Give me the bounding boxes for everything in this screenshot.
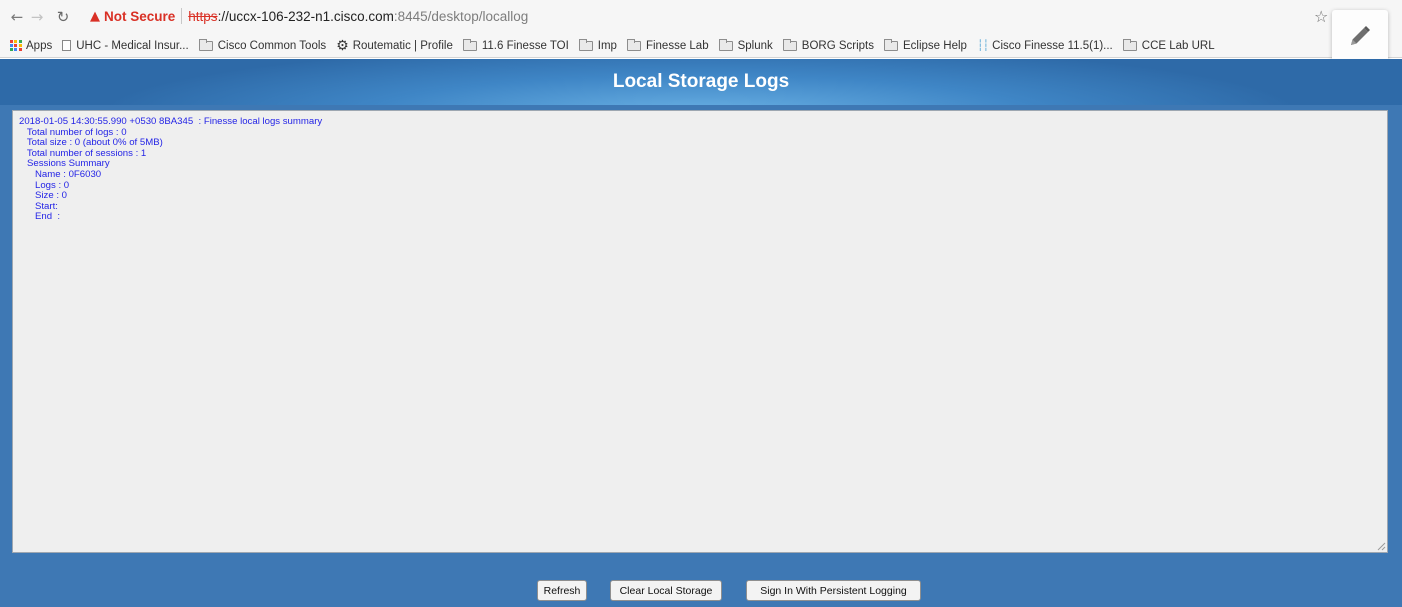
- bookmark-imp[interactable]: Imp: [578, 38, 617, 52]
- bookmark-uhc[interactable]: UHC - Medical Insur...: [62, 39, 189, 52]
- action-bar: Refresh Clear Local Storage Sign In With…: [0, 580, 1402, 602]
- address-bar[interactable]: ▲ Not Secure https://uccx-106-232-n1.cis…: [86, 4, 1346, 28]
- folder-icon: [626, 38, 641, 51]
- bookmark-splunk[interactable]: Splunk: [718, 38, 773, 52]
- folder-icon: [782, 38, 797, 51]
- url-scheme: https: [188, 8, 218, 24]
- log-line: Size : 0: [19, 190, 67, 202]
- url-host: ://uccx-106-232-n1.cisco.com: [217, 8, 394, 24]
- annotate-pencil-button[interactable]: [1332, 10, 1388, 62]
- bookmark-label: Imp: [597, 39, 617, 52]
- log-line: Total number of sessions : 1: [19, 147, 147, 159]
- apps-grid-icon: [10, 39, 22, 52]
- folder-icon: [462, 38, 477, 51]
- not-secure-label: Not Secure: [104, 8, 176, 24]
- bookmark-label: Eclipse Help: [903, 39, 967, 52]
- log-line: Name : 0F6030: [19, 168, 102, 180]
- clear-local-storage-button[interactable]: Clear Local Storage: [610, 580, 722, 601]
- log-line: End :: [19, 211, 61, 223]
- reload-icon[interactable]: ↻: [52, 6, 74, 28]
- bookmark-label: Cisco Common Tools: [217, 39, 327, 52]
- local-log-page: Local Storage Logs 2018-01-05 14:30:55.9…: [0, 59, 1402, 607]
- address-separator: [181, 8, 183, 24]
- refresh-button[interactable]: Refresh: [537, 580, 587, 601]
- pencil-icon: [1351, 26, 1370, 45]
- bookmark-cisco-common-tools[interactable]: Cisco Common Tools: [198, 38, 327, 52]
- bookmark-eclipse-help[interactable]: Eclipse Help: [884, 38, 967, 52]
- bookmarks-bar: Apps UHC - Medical Insur... Cisco Common…: [0, 34, 1402, 58]
- bookmark-star-icon[interactable]: ☆: [1314, 7, 1328, 26]
- bookmark-apps[interactable]: Apps: [10, 39, 53, 52]
- bookmark-cisco-finesse[interactable]: ┆┆ Cisco Finesse 11.5(1)...: [977, 39, 1113, 52]
- log-line: Start:: [19, 200, 58, 212]
- warning-triangle-icon: ▲: [90, 8, 100, 24]
- back-arrow-icon[interactable]: ←: [6, 6, 28, 28]
- bookmark-label: UHC - Medical Insur...: [76, 39, 189, 52]
- log-line: Total size : 0 (about 0% of 5MB): [19, 137, 163, 149]
- log-line: Sessions Summary: [19, 158, 110, 170]
- bookmark-label: Splunk: [737, 39, 773, 52]
- bookmark-label: Cisco Finesse 11.5(1)...: [992, 39, 1113, 52]
- bookmark-label: Routematic | Profile: [352, 39, 453, 52]
- log-line: Total number of logs : 0: [19, 126, 127, 138]
- bookmark-label: 11.6 Finesse TOI: [481, 39, 569, 52]
- gear-icon: ⚙: [336, 37, 349, 54]
- bookmark-finesse-toi[interactable]: 11.6 Finesse TOI: [462, 38, 569, 52]
- log-line: Logs : 0: [19, 179, 70, 191]
- page-icon: [62, 40, 72, 51]
- folder-icon: [198, 38, 213, 51]
- bookmark-cce-lab-url[interactable]: CCE Lab URL: [1122, 38, 1215, 52]
- folder-icon: [1122, 38, 1137, 51]
- bookmark-label: BORG Scripts: [801, 39, 874, 52]
- bookmark-label: Apps: [26, 39, 53, 52]
- bookmark-borg-scripts[interactable]: BORG Scripts: [782, 38, 874, 52]
- folder-icon: [884, 38, 898, 51]
- url-path: :8445/desktop/locallog: [393, 8, 529, 24]
- bookmark-routematic[interactable]: ⚙ Routematic | Profile: [336, 38, 453, 54]
- browser-toolbar: ← → ↻ ▲ Not Secure https://uccx-106-232-…: [0, 0, 1402, 34]
- bookmark-label: CCE Lab URL: [1141, 39, 1215, 52]
- bookmark-finesse-lab[interactable]: Finesse Lab: [626, 38, 709, 52]
- log-line: 2018-01-05 14:30:55.990 +0530 8BA345 : F…: [19, 116, 323, 127]
- forward-arrow-icon[interactable]: →: [26, 6, 48, 28]
- folder-icon: [578, 38, 593, 51]
- cisco-icon: ┆┆: [976, 39, 989, 52]
- log-textarea[interactable]: 2018-01-05 14:30:55.990 +0530 8BA345 : F…: [12, 110, 1388, 553]
- bookmark-label: Finesse Lab: [645, 39, 709, 52]
- folder-icon: [718, 38, 733, 51]
- sign-in-persistent-logging-button[interactable]: Sign In With Persistent Logging: [746, 580, 921, 601]
- page-title: Local Storage Logs: [612, 71, 790, 92]
- resize-grip-icon[interactable]: [1376, 541, 1386, 551]
